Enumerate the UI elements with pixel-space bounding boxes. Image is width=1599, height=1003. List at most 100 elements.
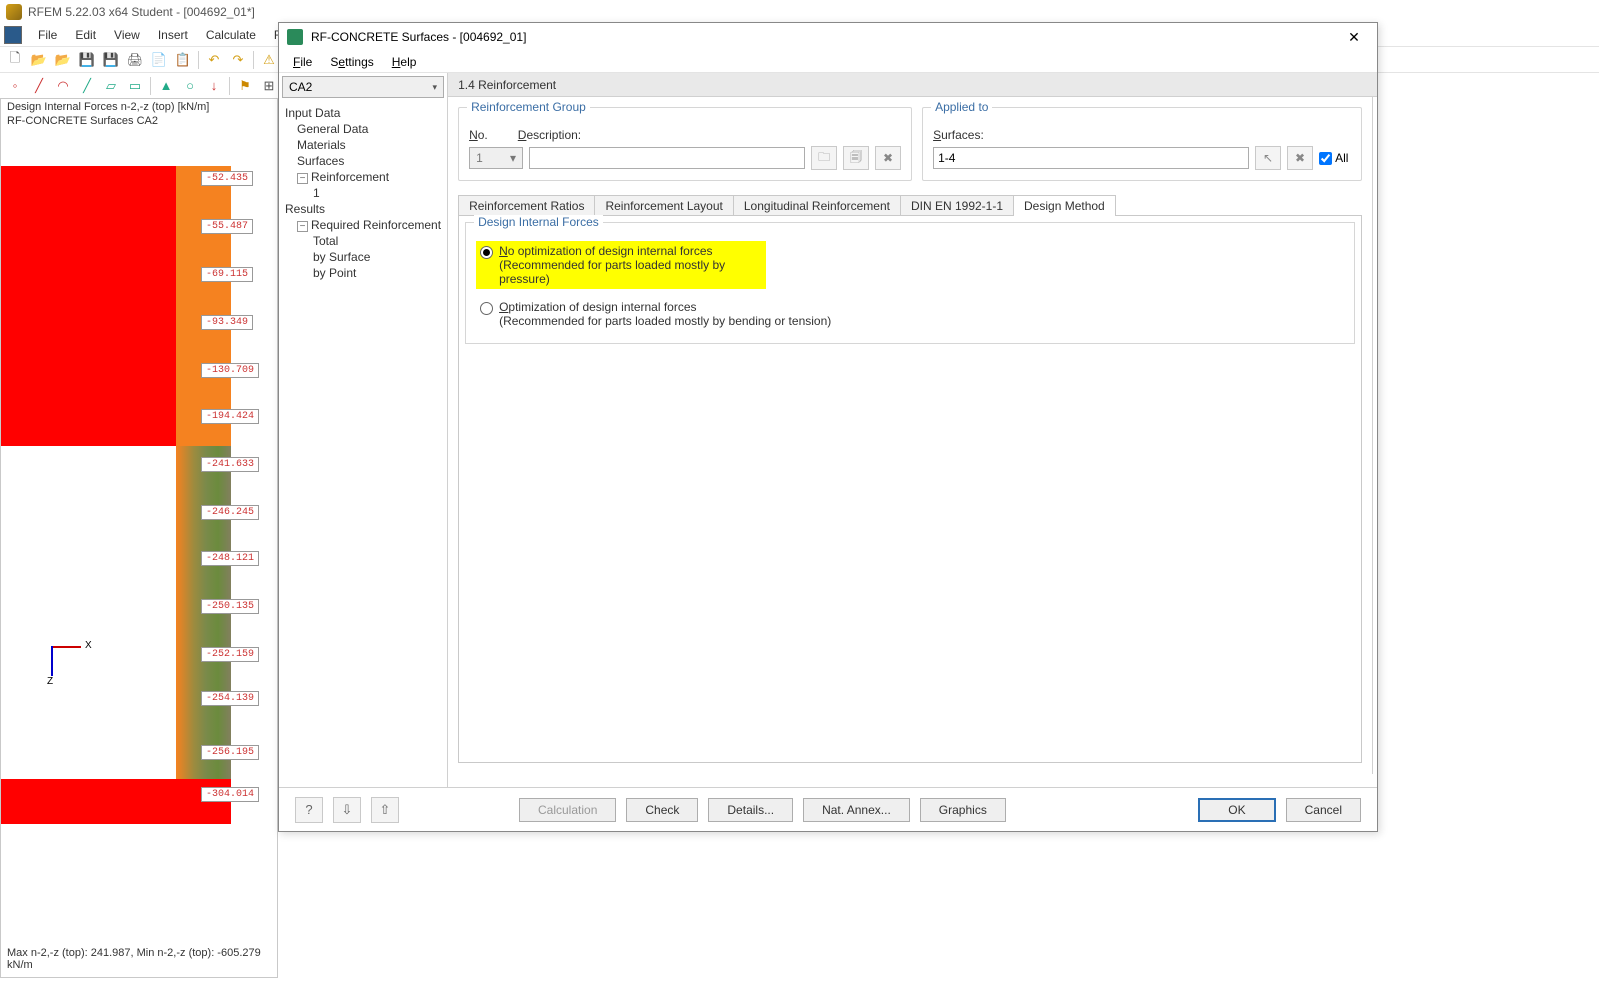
group-title: Reinforcement Group [467,100,590,114]
content-panel: 1.4 Reinforcement Reinforcement Group No… [448,73,1377,787]
description-input[interactable] [529,147,805,169]
tab-long-reinf[interactable]: Longitudinal Reinforcement [733,195,901,216]
support-icon[interactable]: ▲ [155,75,177,97]
radio-optimization[interactable]: Optimization of design internal forces (… [476,297,1344,331]
tree-total[interactable]: Total [285,233,441,249]
design-forces-group: Design Internal Forces No optimization o… [465,222,1355,344]
contour-value: -194.424 [201,409,259,424]
chevron-down-icon: ▾ [433,82,438,93]
tree-general-data[interactable]: General Data [285,121,441,137]
tree-surfaces[interactable]: Surfaces [285,153,441,169]
menu-edit[interactable]: Edit [67,26,104,44]
pick-icon[interactable]: ↖ [1255,146,1281,170]
surfaces-input[interactable] [933,147,1249,169]
redo-icon[interactable]: ↷ [227,49,249,71]
delete-group-icon[interactable]: ✖ [875,146,901,170]
warn-icon[interactable]: ⚠ [258,49,280,71]
group-title: Applied to [931,100,992,114]
grid-icon[interactable]: ⊞ [258,75,280,97]
solid-icon[interactable]: ▭ [124,75,146,97]
close-icon[interactable]: ✕ [1339,25,1369,49]
surfaces-label: Surfaces: [933,128,1351,142]
rf-concrete-dialog: RF-CONCRETE Surfaces - [004692_01] ✕ Fil… [278,22,1378,832]
export-icon[interactable]: ⇩ [333,797,361,823]
surf-icon[interactable]: ▱ [100,75,122,97]
calculation-button[interactable]: Calculation [519,798,616,822]
dlg-menu-help[interactable]: Help [384,53,425,71]
nav-tree[interactable]: Input Data General Data Materials Surfac… [279,101,447,285]
contour-plot[interactable]: -52.435 -55.487 -69.115 -93.349 -130.709… [1,131,277,821]
tab-standard[interactable]: DIN EN 1992-1-1 [900,195,1014,216]
help-icon[interactable]: ? [295,797,323,823]
cancel-button[interactable]: Cancel [1286,798,1361,822]
radio-icon[interactable] [480,302,493,315]
report-icon[interactable]: 📄 [148,49,170,71]
radio-icon[interactable] [480,246,493,259]
menu-insert[interactable]: Insert [150,26,196,44]
clear-icon[interactable]: ✖ [1287,146,1313,170]
arc-icon[interactable]: ◠ [52,75,74,97]
collapse-icon[interactable]: − [297,221,308,232]
tab-reinf-ratios[interactable]: Reinforcement Ratios [458,195,595,216]
app-title: RFEM 5.22.03 x64 Student - [004692_01*] [28,5,255,19]
tab-reinf-layout[interactable]: Reinforcement Layout [594,195,733,216]
print-icon[interactable]: 🖨 [124,49,146,71]
member-icon[interactable]: ╱ [76,75,98,97]
contour-value: -130.709 [201,363,259,378]
contour-value: -69.115 [201,267,253,282]
contour-value: -241.633 [201,457,259,472]
import-icon[interactable]: ⇧ [371,797,399,823]
check-button[interactable]: Check [626,798,698,822]
open-icon[interactable]: 📂 [28,49,50,71]
details-button[interactable]: Details... [708,798,793,822]
undo-icon[interactable]: ↶ [203,49,225,71]
menu-calculate[interactable]: Calculate [198,26,264,44]
viewport-title: Design Internal Forces n-2,-z (top) [kN/… [1,99,277,115]
dialog-icon [287,29,303,45]
contour-value: -254.139 [201,691,259,706]
flag-icon[interactable]: ⚑ [234,75,256,97]
tab-design-method[interactable]: Design Method [1013,195,1116,216]
radio-no-optimization[interactable]: No optimization of design internal force… [476,241,766,289]
open2-icon[interactable]: 📂 [52,49,74,71]
group-title: Design Internal Forces [474,215,603,229]
line-icon[interactable]: ╱ [28,75,50,97]
contour-value: -250.135 [201,599,259,614]
tree-reinf-1[interactable]: 1 [285,185,441,201]
tree-by-surface[interactable]: by Surface [285,249,441,265]
new-group-icon[interactable]: 🗀 [811,146,837,170]
preview-panel: ▦ ▦ [1372,97,1377,774]
menu-file[interactable]: File [30,26,65,44]
nat-annex-button[interactable]: Nat. Annex... [803,798,910,822]
dialog-titlebar[interactable]: RF-CONCRETE Surfaces - [004692_01] ✕ [279,23,1377,51]
tree-req-reinf[interactable]: −Required Reinforcement [285,217,441,233]
menu-view[interactable]: View [106,26,148,44]
ok-button[interactable]: OK [1198,798,1275,822]
save-icon[interactable]: 💾 [76,49,98,71]
graphics-button[interactable]: Graphics [920,798,1006,822]
saveas-icon[interactable]: 💾 [100,49,122,71]
tree-materials[interactable]: Materials [285,137,441,153]
dialog-menubar: File Settings Help [279,51,1377,73]
tree-results[interactable]: Results [285,201,441,217]
tree-by-point[interactable]: by Point [285,265,441,281]
desc-label: Description: [518,128,581,142]
no-combo[interactable]: 1 ▾ [469,147,523,169]
dlg-menu-settings[interactable]: Settings [322,53,381,71]
case-combo[interactable]: CA2 ▾ [282,76,444,98]
load-icon[interactable]: ↓ [203,75,225,97]
node-icon[interactable]: ◦ [4,75,26,97]
hinge-icon[interactable]: ○ [179,75,201,97]
copy-icon[interactable]: 📋 [172,49,194,71]
tree-reinforcement[interactable]: −Reinforcement [285,169,441,185]
dlg-menu-file[interactable]: File [285,53,320,71]
new-icon[interactable]: 🗋 [4,49,26,71]
tree-input-data[interactable]: Input Data [285,105,441,121]
contour-value: -55.487 [201,219,253,234]
contour-value: -52.435 [201,171,253,186]
collapse-icon[interactable]: − [297,173,308,184]
copy-group-icon[interactable]: 🗐 [843,146,869,170]
all-checkbox-input[interactable] [1319,152,1332,165]
all-checkbox[interactable]: All [1319,151,1348,165]
viewport-status: Max n-2,-z (top): 241.987, Min n-2,-z (t… [7,947,277,971]
